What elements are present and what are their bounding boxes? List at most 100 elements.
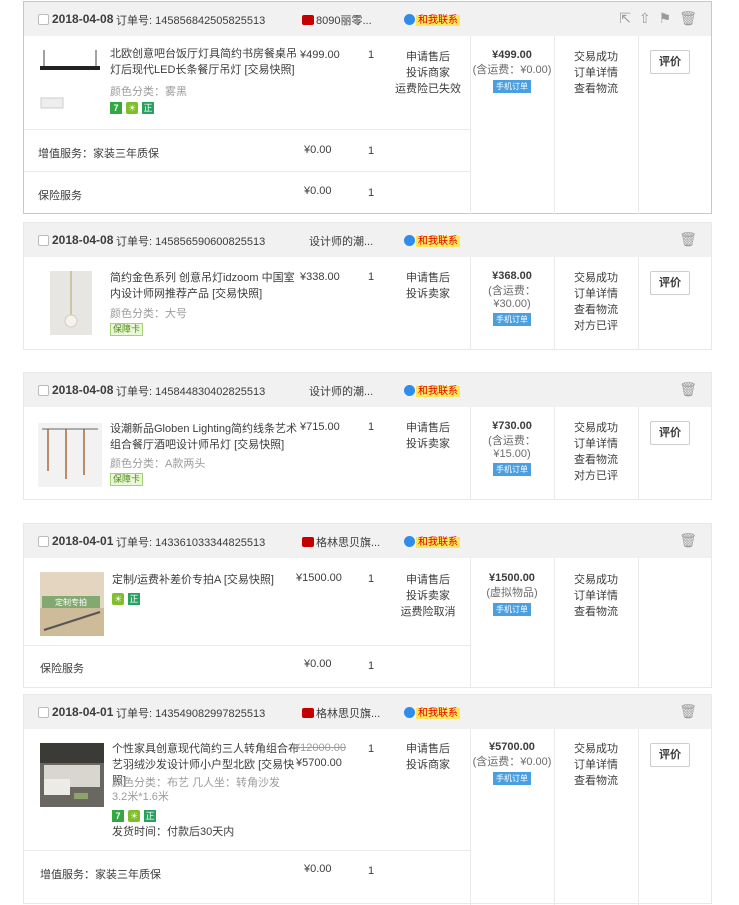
order-detail-link[interactable]: 订单详情 <box>554 286 638 302</box>
apply-after-sale-link[interactable]: 申请售后 <box>386 270 470 286</box>
rate-button[interactable]: 评价 <box>650 271 690 295</box>
delivery-time: 发货时间：付款后30天内 <box>112 826 235 838</box>
track-logistics-link[interactable]: 查看物流 <box>554 302 638 318</box>
complain-link[interactable]: 投诉卖家 <box>386 436 470 452</box>
order-actions: 🗑 <box>671 532 697 549</box>
contact-seller[interactable]: 和我联系 <box>404 11 460 26</box>
shipping-insurance-status: 运费险已失效 <box>395 83 461 95</box>
rate-button[interactable]: 评价 <box>650 50 690 74</box>
order-number: 订单号: 143361033344825513 <box>116 537 266 549</box>
shop-name[interactable]: 格林思贝旗... <box>302 705 380 721</box>
product-name[interactable]: 北欧创意吧台饭厅灯具简约书房餐桌吊灯后现代LED长条餐厅吊灯 [交易快照] <box>110 46 300 78</box>
quantity: 1 <box>368 573 375 585</box>
contact-seller[interactable]: 和我联系 <box>404 704 460 719</box>
snapshot-link[interactable]: [交易快照] <box>244 64 294 76</box>
pendant-lamp-image <box>50 271 92 335</box>
trash-icon[interactable]: 🗑 <box>679 703 697 719</box>
product-thumbnail[interactable] <box>40 743 104 807</box>
pendant-lamp-image <box>38 423 102 487</box>
service-qty: 1 <box>368 660 375 672</box>
flag-icon[interactable]: ⚑ <box>659 10 672 26</box>
product-name[interactable]: 设潮新品Globen Lighting简约线条艺术组合餐厅酒吧设计师吊灯 [交易… <box>110 421 300 453</box>
complain-link[interactable]: 投诉卖家 <box>386 286 470 302</box>
order-checkbox[interactable] <box>38 385 49 396</box>
contact-seller[interactable]: 和我联系 <box>404 232 460 247</box>
trash-icon[interactable]: 🗑 <box>679 231 697 247</box>
track-logistics-link[interactable]: 查看物流 <box>554 452 638 468</box>
track-logistics-link[interactable]: 查看物流 <box>554 604 638 620</box>
complain-link[interactable]: 投诉商家 <box>386 65 470 81</box>
snapshot-link[interactable]: [交易快照] <box>224 574 274 586</box>
order-card: 2018-04-08 订单号: 145856842505825513 8090丽… <box>23 1 712 214</box>
custom-order-image: 定制专拍 <box>40 572 104 636</box>
snapshot-link[interactable]: [交易快照] <box>234 439 284 451</box>
value-added-service: 增值服务：家装三年质保 <box>38 148 159 160</box>
apply-after-sale-link[interactable]: 申请售后 <box>386 572 470 588</box>
rate-button[interactable]: 评价 <box>650 421 690 445</box>
order-date: 2018-04-08 <box>52 233 114 247</box>
complain-link[interactable]: 投诉商家 <box>386 757 470 773</box>
upload-icon[interactable]: ⇧ <box>639 10 651 26</box>
sun-icon: ☀ <box>112 592 124 605</box>
order-checkbox[interactable] <box>38 707 49 718</box>
after-sales-links: 申请售后 投诉卖家 运费险取消 <box>386 572 470 620</box>
order-date: 2018-04-01 <box>52 534 114 548</box>
mobile-order-tag: 手机订单 <box>493 603 531 616</box>
service-price: ¥0.00 <box>304 658 332 670</box>
product-name[interactable]: 简约金色系列 创意吊灯idzoom 中国室内设计师网推荐产品 [交易快照] <box>110 270 300 302</box>
rated-status: 对方已评 <box>574 320 618 332</box>
unit-price: ¥1500.00 <box>296 572 342 584</box>
after-sales-links: 申请售后 投诉商家运费险已失效 <box>386 49 470 97</box>
contact-seller[interactable]: 和我联系 <box>404 382 460 397</box>
apply-after-sale-link[interactable]: 申请售后 <box>386 420 470 436</box>
trash-icon[interactable]: 🗑 <box>679 381 697 397</box>
contact-seller[interactable]: 和我联系 <box>404 533 460 548</box>
shop-name[interactable]: 设计师的潮... <box>309 383 373 399</box>
order-detail-link[interactable]: 订单详情 <box>554 757 638 773</box>
snapshot-link[interactable]: [交易快照] <box>212 288 262 300</box>
guarantee-card-icon: 保障卡 <box>110 473 144 487</box>
seven-day-return-icon: 7 <box>110 101 122 114</box>
tmall-icon <box>302 708 314 718</box>
service-price: ¥0.00 <box>304 185 332 197</box>
quantity: 1 <box>368 421 375 433</box>
order-number: 订单号: 145844830402825513 <box>116 386 266 398</box>
insurance-service: 保险服务 <box>40 663 84 675</box>
trash-icon[interactable]: 🗑 <box>679 532 697 548</box>
mobile-order-tag: 手机订单 <box>493 80 531 93</box>
service-qty: 1 <box>368 187 375 199</box>
product-thumbnail[interactable] <box>50 271 92 335</box>
order-number: 订单号: 145856590600825513 <box>116 236 266 248</box>
order-actions: 🗑 <box>671 703 697 720</box>
product-name[interactable]: 定制/运费补差价专拍A [交易快照] <box>112 572 302 588</box>
order-detail-link[interactable]: 订单详情 <box>554 588 638 604</box>
sun-icon: ☀ <box>128 809 140 822</box>
share-icon[interactable]: ⇱ <box>619 10 631 26</box>
order-detail-link[interactable]: 订单详情 <box>554 65 638 81</box>
order-detail-link[interactable]: 订单详情 <box>554 436 638 452</box>
order-total: ¥368.00 (含运费：¥30.00) 手机订单 <box>488 270 536 326</box>
genuine-icon: 正 <box>144 809 156 822</box>
product-thumbnail[interactable] <box>38 423 102 487</box>
shop-name[interactable]: 设计师的潮... <box>309 233 373 249</box>
shop-name[interactable]: 格林思贝旗... <box>302 534 380 550</box>
shop-name[interactable]: 8090丽零... <box>302 12 372 28</box>
mobile-order-tag: 手机订单 <box>493 463 531 476</box>
product-thumbnail[interactable]: 定制专拍 <box>40 572 104 636</box>
apply-after-sale-link[interactable]: 申请售后 <box>386 49 470 65</box>
apply-after-sale-link[interactable]: 申请售后 <box>386 741 470 757</box>
sofa-image <box>40 743 104 807</box>
order-date: 2018-04-01 <box>52 705 114 719</box>
order-checkbox[interactable] <box>38 235 49 246</box>
order-checkbox[interactable] <box>38 536 49 547</box>
order-checkbox[interactable] <box>38 14 49 25</box>
track-logistics-link[interactable]: 查看物流 <box>554 773 638 789</box>
guarantee-card-icon: 保障卡 <box>110 323 144 337</box>
product-thumbnail[interactable] <box>38 46 102 110</box>
track-logistics-link[interactable]: 查看物流 <box>554 81 638 97</box>
rate-button[interactable]: 评价 <box>650 743 690 767</box>
seven-day-return-icon: 7 <box>112 809 124 822</box>
complain-link[interactable]: 投诉卖家 <box>386 588 470 604</box>
trash-icon[interactable]: 🗑 <box>679 10 697 26</box>
trade-success-status: 交易成功 <box>574 743 618 755</box>
